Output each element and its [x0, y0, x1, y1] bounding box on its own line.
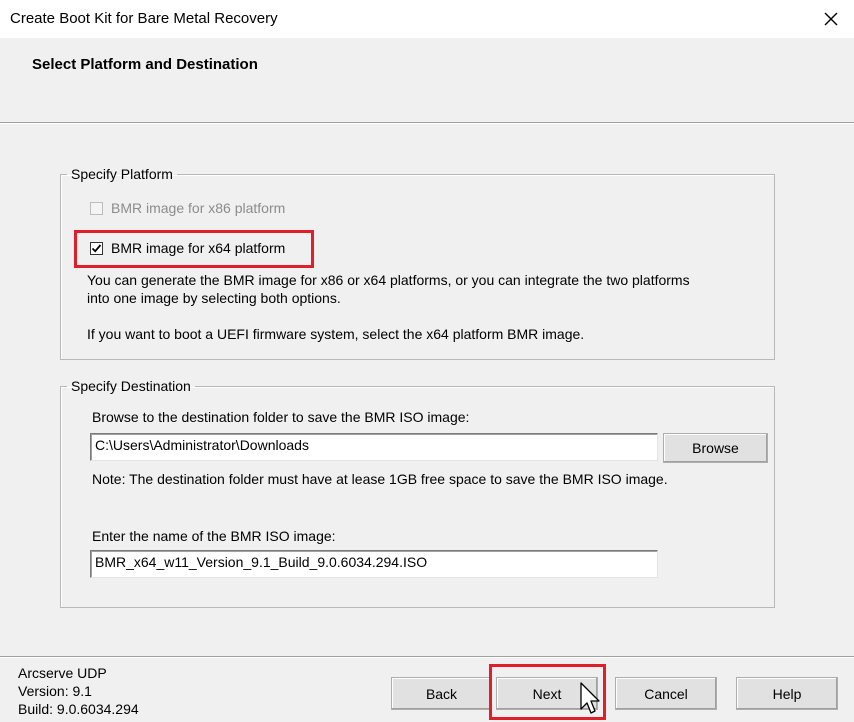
- title-bar: Create Boot Kit for Bare Metal Recovery: [0, 0, 854, 38]
- cancel-button[interactable]: Cancel: [615, 677, 717, 710]
- checkmark-icon: [91, 243, 102, 253]
- close-icon: [824, 12, 838, 26]
- x86-checkbox-label: BMR image for x86 platform: [111, 200, 286, 216]
- x64-checkbox-row: BMR image for x64 platform: [90, 240, 285, 256]
- x86-checkbox[interactable]: [90, 201, 103, 215]
- browse-button[interactable]: Browse: [663, 433, 768, 463]
- product-name: Arcserve UDP: [18, 665, 107, 681]
- product-version: Version: 9.1: [18, 683, 92, 699]
- product-info: Arcserve UDP Version: 9.1 Build: 9.0.603…: [18, 664, 139, 718]
- iso-name-input[interactable]: BMR_x64_w11_Version_9.1_Build_9.0.6034.2…: [90, 550, 658, 578]
- product-build: Build: 9.0.6034.294: [18, 701, 139, 717]
- help-button[interactable]: Help: [736, 677, 838, 710]
- footer-divider-highlight: [0, 657, 854, 658]
- destination-legend: Specify Destination: [71, 378, 191, 394]
- x64-checkbox[interactable]: [90, 241, 103, 255]
- platform-legend: Specify Platform: [71, 166, 173, 182]
- uefi-note: If you want to boot a UEFI firmware syst…: [87, 326, 585, 342]
- close-button[interactable]: [808, 0, 854, 38]
- iso-name-label: Enter the name of the BMR ISO image:: [92, 528, 336, 544]
- browse-label: Browse to the destination folder to save…: [92, 409, 470, 425]
- platform-description-line2: into one image by selecting both options…: [87, 290, 341, 306]
- window-title: Create Boot Kit for Bare Metal Recovery: [10, 10, 278, 27]
- wizard-header: Select Platform and Destination: [0, 38, 854, 123]
- free-space-note: Note: The destination folder must have a…: [92, 471, 668, 487]
- header-divider: [0, 123, 854, 124]
- destination-folder-input[interactable]: C:\Users\Administrator\Downloads: [90, 433, 658, 461]
- mouse-pointer-icon: [580, 682, 600, 714]
- platform-description-line1: You can generate the BMR image for x86 o…: [87, 272, 690, 288]
- x64-checkbox-label: BMR image for x64 platform: [111, 240, 286, 256]
- page-title: Select Platform and Destination: [32, 56, 258, 73]
- x86-checkbox-row: BMR image for x86 platform: [90, 200, 285, 216]
- back-button[interactable]: Back: [391, 677, 492, 710]
